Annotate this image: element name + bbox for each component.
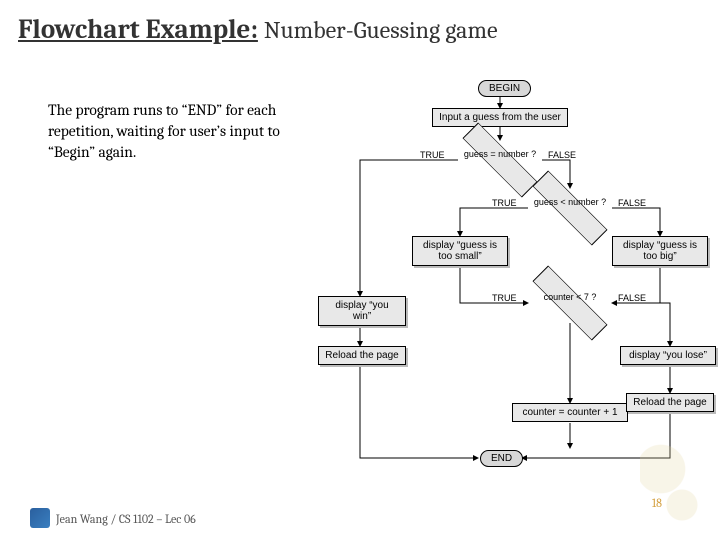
dec-equal-label: guess = number ?	[458, 150, 542, 160]
node-win: display “you win”	[318, 296, 406, 326]
label-false-3: FALSE	[618, 293, 646, 303]
node-input: Input a guess from the user	[432, 108, 568, 127]
node-too-small: display “guess is too small”	[412, 236, 508, 266]
node-counter: counter = counter + 1	[512, 403, 628, 422]
flowchart-diagram: BEGIN Input a guess from the user guess …	[310, 78, 710, 488]
node-reload-2: Reload the page	[626, 393, 714, 412]
decorative-illustration	[640, 442, 710, 532]
title-sub: Number-Guessing game	[264, 16, 498, 44]
node-dec-equal: guess = number ?	[458, 140, 542, 180]
title-main: Flowchart Example:	[18, 14, 258, 45]
slide-title: Flowchart Example: Number-Guessing game	[0, 0, 720, 53]
label-false-2: FALSE	[618, 198, 646, 208]
node-dec-counter: counter < 7 ?	[528, 283, 612, 323]
node-reload-1: Reload the page	[318, 346, 406, 365]
description-text: The program runs to “END” for each repet…	[48, 100, 308, 163]
label-true-3: TRUE	[492, 293, 517, 303]
dec-counter-label: counter < 7 ?	[528, 293, 612, 303]
logo-icon	[30, 508, 50, 528]
node-end: END	[480, 450, 523, 467]
label-true-1: TRUE	[420, 150, 445, 160]
node-too-big: display “guess is too big”	[612, 236, 708, 266]
node-begin: BEGIN	[478, 80, 531, 97]
node-dec-less: guess < number ?	[528, 188, 612, 228]
footer-text: Jean Wang / CS 1102 – Lec 06	[56, 512, 196, 526]
dec-less-label: guess < number ?	[528, 198, 612, 208]
label-false-1: FALSE	[548, 150, 576, 160]
node-lose: display “you lose”	[620, 346, 716, 365]
label-true-2: TRUE	[492, 198, 517, 208]
